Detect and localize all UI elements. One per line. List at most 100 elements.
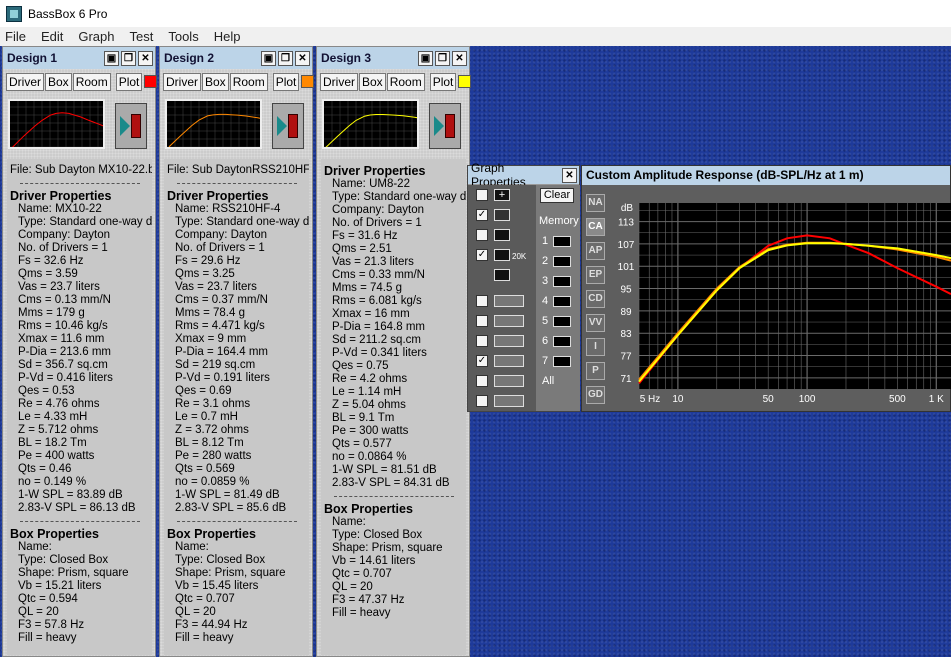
memory-slot-button[interactable] xyxy=(553,335,572,347)
tab-room[interactable]: Room xyxy=(72,73,111,91)
option-amp-checkbox[interactable]: ✓ xyxy=(476,355,488,367)
save-icon[interactable]: ▣ xyxy=(261,50,276,66)
response-thumbnail[interactable] xyxy=(165,99,262,149)
graph-options: + ✓ ✓ 20K ✓ xyxy=(468,185,536,411)
box-property: Fill = heavy xyxy=(18,632,77,644)
clear-button[interactable]: Clear xyxy=(540,188,574,203)
close-icon[interactable]: ✕ xyxy=(138,50,153,66)
response-thumbnail[interactable] xyxy=(8,99,105,149)
driver-property: no = 0.0864 % xyxy=(332,451,407,463)
y-tick-label: 83 xyxy=(620,329,632,340)
memory-slot-3[interactable]: 3 xyxy=(542,275,572,287)
driver-property: 1-W SPL = 83.89 dB xyxy=(18,489,123,501)
memory-slot-4[interactable]: 4 xyxy=(542,295,572,307)
close-icon[interactable]: ✕ xyxy=(562,167,577,183)
driver-property: Qms = 3.59 xyxy=(18,268,78,280)
driver-property: Qms = 2.51 xyxy=(332,243,392,255)
memory-slot-button[interactable] xyxy=(553,355,572,367)
x-tick-label: 500 xyxy=(889,394,906,405)
memory-slot-5[interactable]: 5 xyxy=(542,315,572,327)
mode-button-p[interactable]: P xyxy=(586,362,605,380)
memory-slot-button[interactable] xyxy=(553,275,572,287)
menu-tools[interactable]: Tools xyxy=(168,29,198,44)
crosshair-icon: + xyxy=(494,189,510,201)
mode-button-vv[interactable]: VV xyxy=(586,314,605,332)
option-meter-checkbox[interactable] xyxy=(476,375,488,387)
menu-help[interactable]: Help xyxy=(214,29,241,44)
driver-property: Qes = 0.53 xyxy=(18,385,75,397)
option-display-checkbox[interactable] xyxy=(476,395,488,407)
option-room-checkbox[interactable] xyxy=(476,335,488,347)
plot-color-swatch[interactable] xyxy=(458,75,472,88)
memory-slot-6[interactable]: 6 xyxy=(542,335,572,347)
option-20k-checkbox[interactable]: ✓ xyxy=(476,249,488,261)
tab-room[interactable]: Room xyxy=(386,73,425,91)
mode-button-i[interactable]: I xyxy=(586,338,605,356)
close-icon[interactable]: ✕ xyxy=(295,50,310,66)
design-tabs: Driver Box Room Plot xyxy=(6,73,158,91)
tab-room[interactable]: Room xyxy=(229,73,268,91)
y-tick-label: 95 xyxy=(620,285,632,296)
option-speaker-1-checkbox[interactable] xyxy=(476,295,488,307)
driver-property: Mms = 179 g xyxy=(18,307,85,319)
driver-property: Fs = 32.6 Hz xyxy=(18,255,84,267)
plot-color-swatch[interactable] xyxy=(144,75,158,88)
driver-property: P-Dia = 164.8 mm xyxy=(332,321,425,333)
driver-properties-heading: Driver Properties xyxy=(167,189,269,203)
option-grid-checkbox[interactable]: ✓ xyxy=(476,209,488,221)
save-icon[interactable]: ▣ xyxy=(104,50,119,66)
menu-graph[interactable]: Graph xyxy=(78,29,114,44)
amplitude-response-chart[interactable]: dB 113 107 101 95 89 83 77 71 5 Hz 10 50 100 500 1 K xyxy=(613,193,951,411)
desktop: { "app": { "title": "BassBox 6 Pro" }, "… xyxy=(0,0,951,657)
tab-box[interactable]: Box xyxy=(202,73,229,91)
mode-button-ca[interactable]: CA xyxy=(586,218,605,236)
meter-icon xyxy=(494,375,524,387)
memory-slot-button[interactable] xyxy=(553,315,572,327)
menu-file[interactable]: File xyxy=(5,29,26,44)
memory-slot-1[interactable]: 1 xyxy=(542,235,572,247)
option-speaker-2-checkbox[interactable] xyxy=(476,315,488,327)
tab-plot[interactable]: Plot xyxy=(429,73,457,91)
memory-slot-7[interactable]: 7 xyxy=(542,355,572,367)
divider xyxy=(20,521,140,522)
response-thumbnail[interactable] xyxy=(322,99,419,149)
copy-icon[interactable]: ❐ xyxy=(121,50,136,66)
tab-plot[interactable]: Plot xyxy=(272,73,300,91)
divider xyxy=(177,521,297,522)
resize-icon[interactable] xyxy=(494,269,510,281)
copy-icon[interactable]: ❐ xyxy=(278,50,293,66)
range-20k-icon xyxy=(494,249,510,261)
driver-property: Pe = 400 watts xyxy=(18,450,95,462)
tab-box[interactable]: Box xyxy=(45,73,72,91)
file-name: File: Sub DaytonRSS210HF-4.bb6 xyxy=(167,164,309,176)
memory-slot-button[interactable] xyxy=(553,235,572,247)
mode-button-cd[interactable]: CD xyxy=(586,290,605,308)
close-icon[interactable]: ✕ xyxy=(452,50,467,66)
driver-property: P-Dia = 164.4 mm xyxy=(175,346,268,358)
driver-property: Le = 1.14 mH xyxy=(332,386,402,398)
memory-all[interactable]: All xyxy=(542,375,554,387)
plot-color-swatch[interactable] xyxy=(301,75,315,88)
mode-button-gd[interactable]: GD xyxy=(586,386,605,404)
memory-slot-button[interactable] xyxy=(553,295,572,307)
driver-property: Fs = 31.6 Hz xyxy=(332,230,398,242)
tab-driver[interactable]: Driver xyxy=(320,73,358,91)
mode-button-ep[interactable]: EP xyxy=(586,266,605,284)
box-properties-heading: Box Properties xyxy=(167,527,256,541)
memory-slot-button[interactable] xyxy=(553,255,572,267)
memory-slot-2[interactable]: 2 xyxy=(542,255,572,267)
design-panel-2: Design 2 ▣ ❐ ✕ Driver Box Room Plot File: Sub Da… xyxy=(159,46,315,657)
save-icon[interactable]: ▣ xyxy=(418,50,433,66)
copy-icon[interactable]: ❐ xyxy=(435,50,450,66)
mode-button-na[interactable]: NA xyxy=(586,194,605,212)
menu-test[interactable]: Test xyxy=(130,29,154,44)
tab-plot[interactable]: Plot xyxy=(115,73,143,91)
menu-edit[interactable]: Edit xyxy=(41,29,63,44)
tab-driver[interactable]: Driver xyxy=(6,73,44,91)
tab-box[interactable]: Box xyxy=(359,73,386,91)
tab-driver[interactable]: Driver xyxy=(163,73,201,91)
option-crosshair-checkbox[interactable] xyxy=(476,189,488,201)
mode-button-ap[interactable]: AP xyxy=(586,242,605,260)
option-vscale-checkbox[interactable] xyxy=(476,229,488,241)
design-titlebar: Design 3 ▣ ❐ ✕ xyxy=(317,47,469,69)
